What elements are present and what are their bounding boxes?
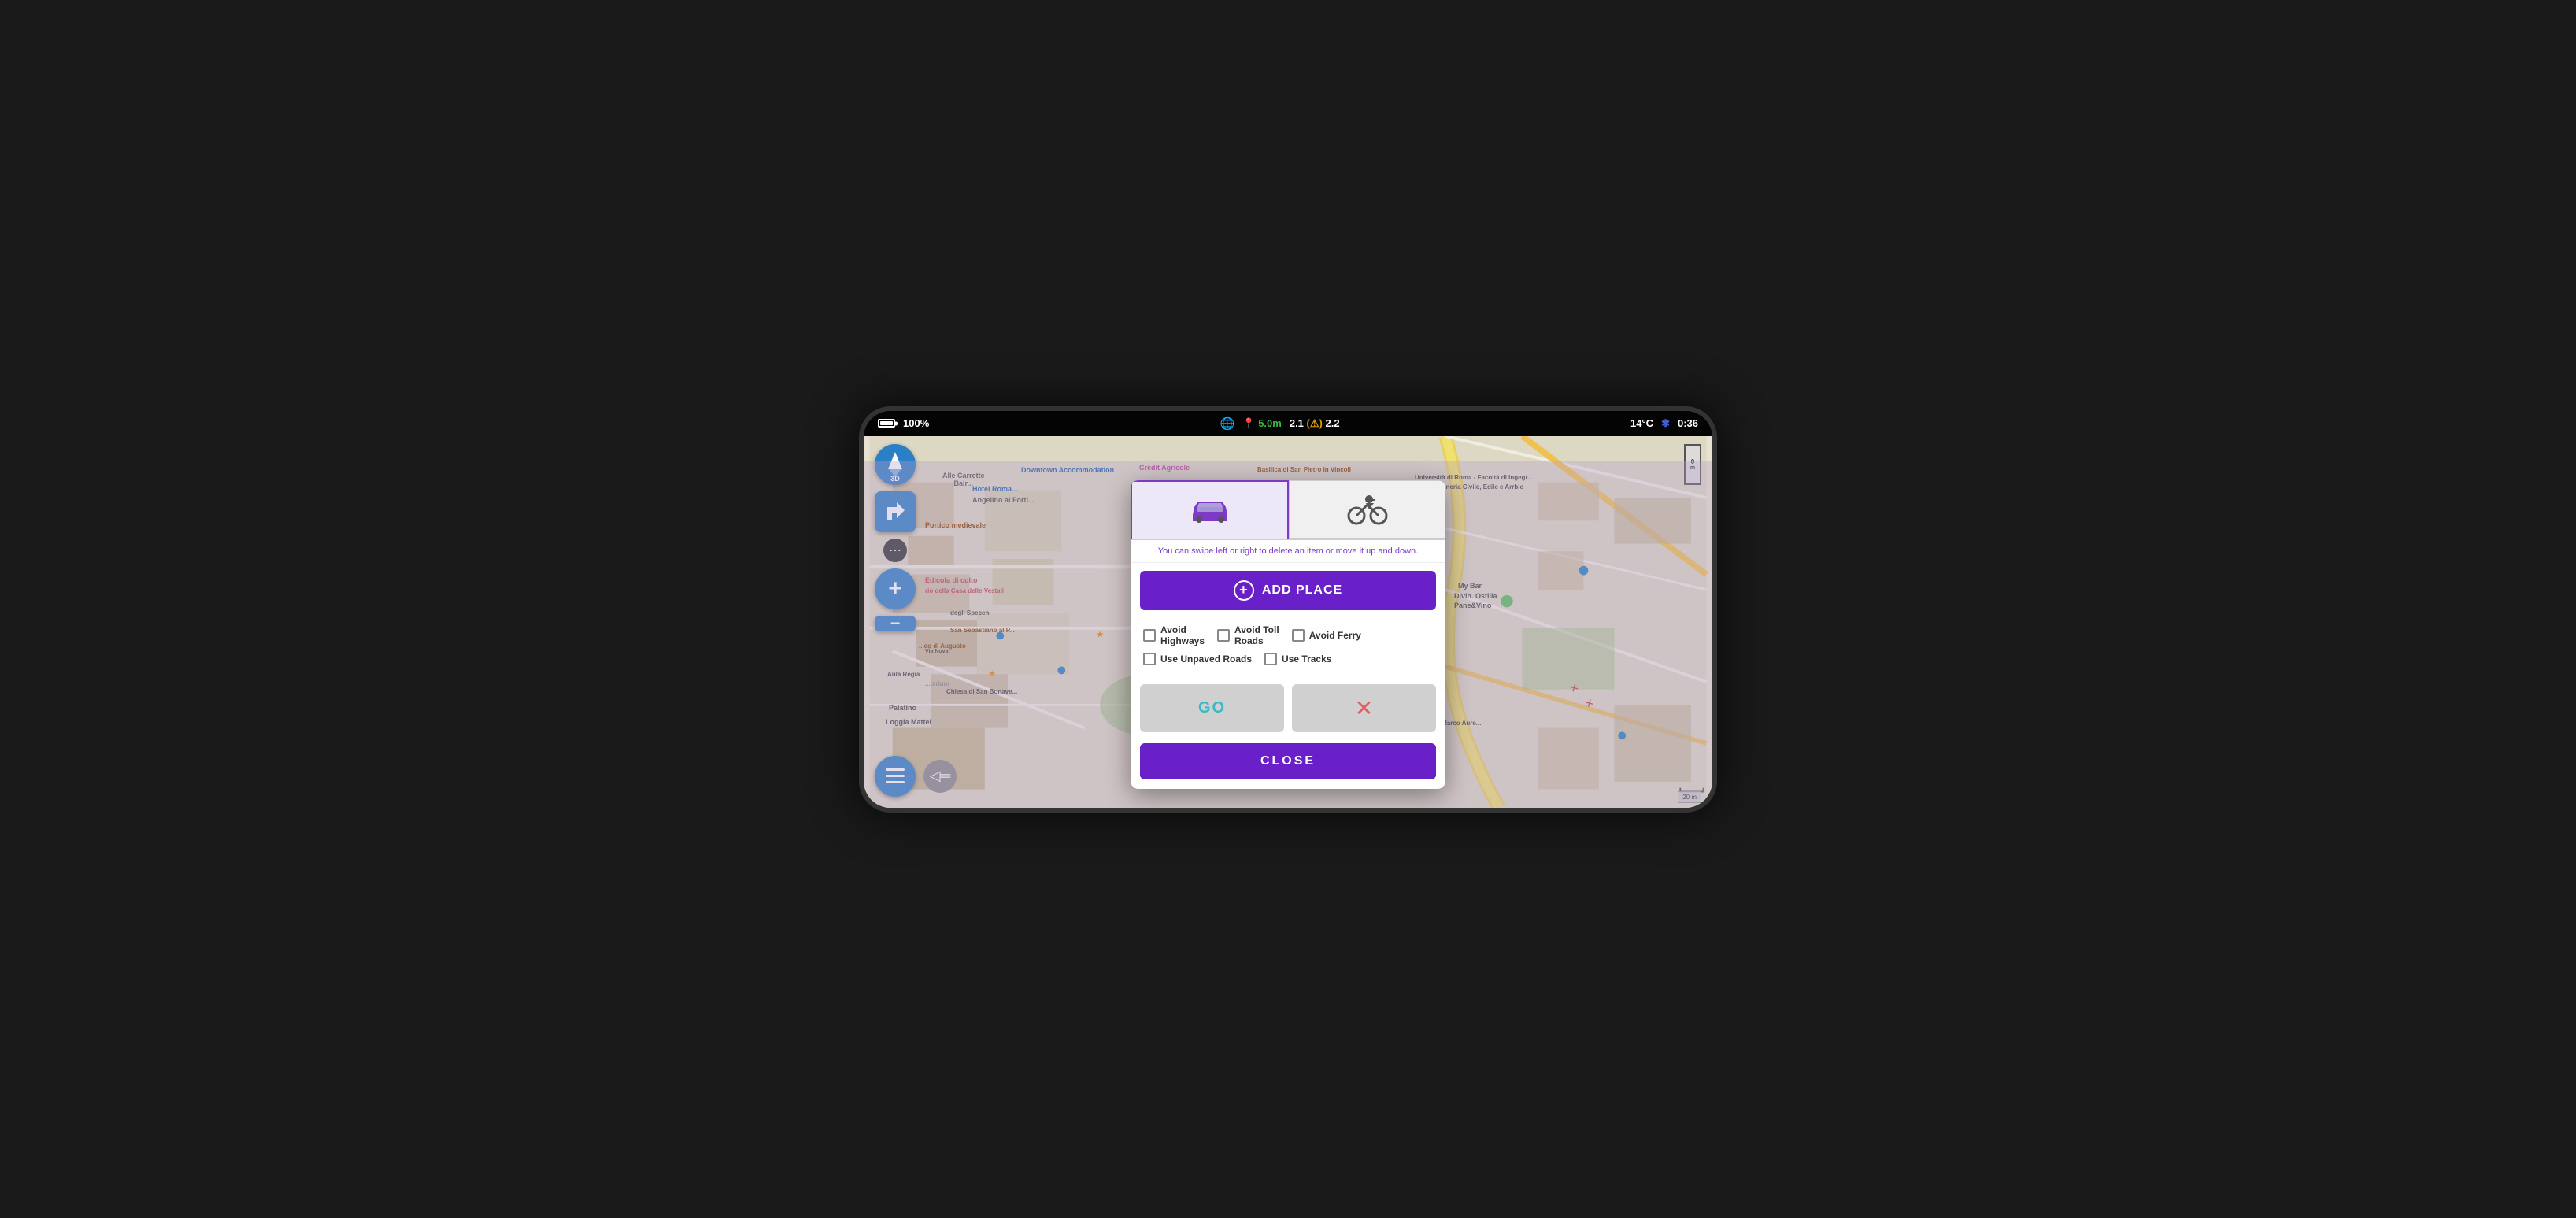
options-row-1: AvoidHighways Avoid TollRoads Avoid Ferr…	[1143, 624, 1433, 646]
status-center: 🌐 📍 5.0m 2.1 (⚠) 2.2	[1220, 416, 1340, 431]
speed-display: 2.1 (⚠) 2.2	[1290, 417, 1340, 430]
option-unpaved-roads[interactable]: Use Unpaved Roads	[1143, 653, 1252, 665]
phone-frame: 100% 🌐 📍 5.0m 2.1 (⚠) 2.2 14°C ✱ 0:36	[859, 406, 1717, 813]
action-buttons: GO ✕	[1140, 684, 1436, 732]
go-button[interactable]: GO	[1140, 684, 1284, 732]
battery-icon	[878, 419, 895, 428]
add-place-plus-icon: +	[1234, 580, 1254, 601]
gps-indicator: 📍 5.0m	[1242, 417, 1281, 430]
checkbox-use-tracks[interactable]	[1264, 653, 1277, 665]
tab-bike[interactable]	[1289, 480, 1445, 539]
globe-icon: 🌐	[1220, 416, 1235, 431]
close-button[interactable]: CLOSE	[1140, 743, 1436, 779]
option-avoid-toll[interactable]: Avoid TollRoads	[1217, 624, 1279, 646]
map-background: ★ ★ ✕ ✕ Alle CarretteBair... Downtown Ac…	[864, 436, 1712, 808]
battery-percent: 100%	[903, 417, 929, 429]
checkbox-avoid-ferry[interactable]	[1292, 629, 1305, 642]
car-icon	[1186, 493, 1234, 528]
modal-overlay: You can swipe left or right to delete an…	[864, 461, 1712, 808]
option-avoid-ferry[interactable]: Avoid Ferry	[1292, 629, 1361, 642]
bike-icon	[1344, 492, 1391, 527]
temperature-display: 14°C	[1630, 417, 1653, 429]
route-planner-modal: You can swipe left or right to delete an…	[1131, 480, 1445, 789]
option-use-tracks[interactable]: Use Tracks	[1264, 653, 1331, 665]
bluetooth-icon: ✱	[1661, 417, 1670, 430]
time-display: 0:36	[1678, 417, 1698, 429]
tab-car[interactable]	[1131, 480, 1289, 539]
status-left: 100%	[878, 417, 929, 429]
options-row-2: Use Unpaved Roads Use Tracks	[1143, 653, 1433, 665]
checkbox-avoid-highways[interactable]	[1143, 629, 1156, 642]
cancel-button[interactable]: ✕	[1292, 684, 1436, 732]
swipe-hint: You can swipe left or right to delete an…	[1131, 540, 1445, 563]
option-avoid-highways[interactable]: AvoidHighways	[1143, 624, 1205, 646]
checkbox-unpaved-roads[interactable]	[1143, 653, 1156, 665]
checkbox-avoid-toll[interactable]	[1217, 629, 1230, 642]
route-options: AvoidHighways Avoid TollRoads Avoid Ferr…	[1131, 618, 1445, 678]
status-bar: 100% 🌐 📍 5.0m 2.1 (⚠) 2.2 14°C ✱ 0:36	[864, 411, 1712, 436]
add-place-button[interactable]: + ADD PLACE	[1140, 571, 1436, 610]
transport-tabs	[1131, 480, 1445, 540]
status-right: 14°C ✱ 0:36	[1630, 417, 1698, 430]
cancel-x-icon: ✕	[1355, 695, 1373, 721]
